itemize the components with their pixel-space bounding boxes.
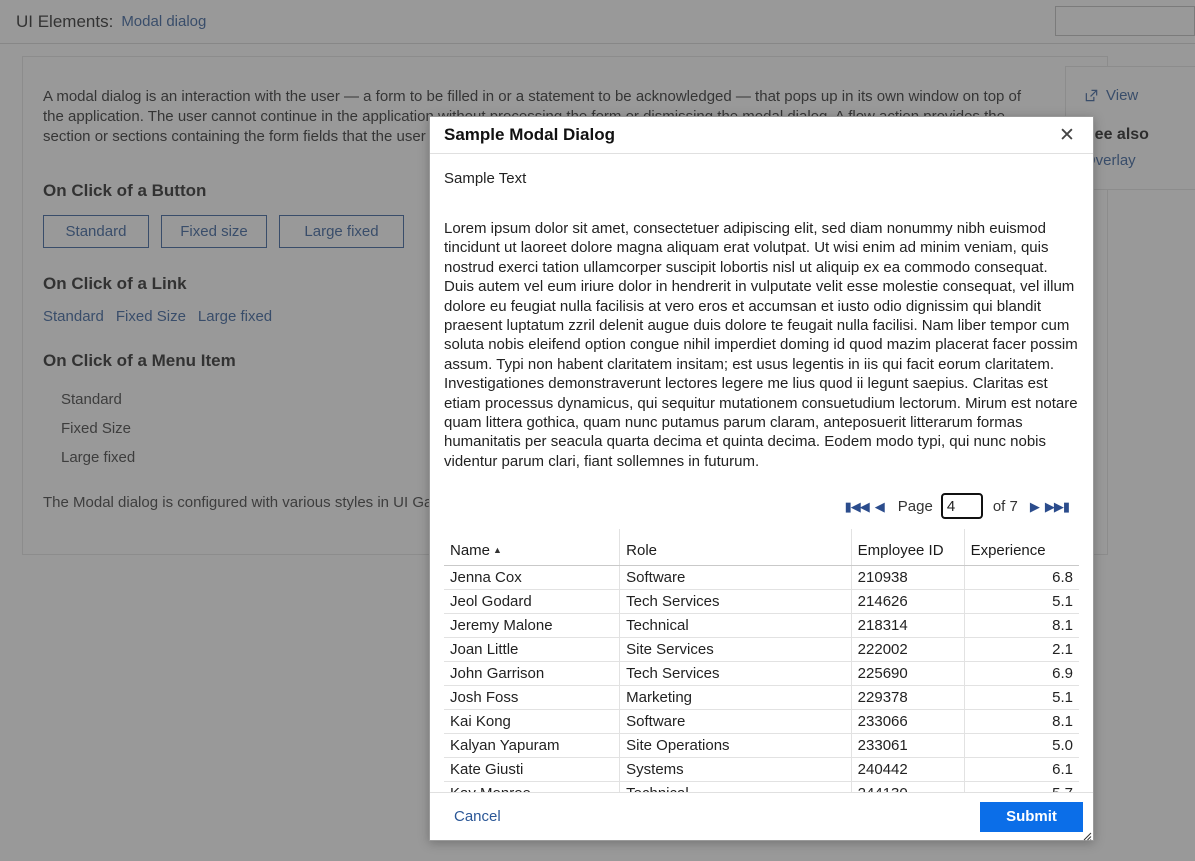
cell-role: Site Operations xyxy=(619,733,852,758)
table-row[interactable]: Jenna Cox Software 210938 6.8 xyxy=(444,565,1079,590)
cell-experience: 5.0 xyxy=(963,733,1079,758)
cell-experience: 8.1 xyxy=(963,709,1079,734)
cell-experience: 6.9 xyxy=(963,661,1079,686)
pagination-bar: ▮◀◀ ◀ Page of 7 ▶ ▶▶▮ xyxy=(444,493,1079,520)
cell-name: Jeremy Malone xyxy=(444,613,620,638)
cell-experience: 8.1 xyxy=(963,613,1079,638)
cell-name: Jeol Godard xyxy=(444,589,620,614)
column-header-name-label: Name xyxy=(450,541,491,559)
sort-ascending-icon: ▲ xyxy=(493,544,502,555)
page-label: Page xyxy=(897,497,933,515)
cell-experience: 5.1 xyxy=(963,589,1079,614)
sample-text: Sample Text xyxy=(444,170,527,187)
cell-role: Systems xyxy=(619,757,852,782)
table-row[interactable]: Kalyan Yapuram Site Operations 233061 5.0 xyxy=(444,733,1079,758)
cancel-button[interactable]: Cancel xyxy=(454,808,501,825)
table-body: Jenna Cox Software 210938 6.8 Jeol Godard Tec… xyxy=(444,565,1079,792)
cell-role: Software xyxy=(619,709,852,734)
page-number-input[interactable] xyxy=(940,493,983,520)
cell-experience: 6.8 xyxy=(963,565,1079,590)
column-header-employee-id[interactable]: Employee ID xyxy=(850,529,965,566)
cell-experience: 5.1 xyxy=(963,685,1079,710)
table-header-row: Name ▲ Role Employee ID Experience xyxy=(444,529,1079,566)
cell-name: Kalyan Yapuram xyxy=(444,733,620,758)
cell-employee-id: 214626 xyxy=(850,589,965,614)
cell-experience: 6.1 xyxy=(963,757,1079,782)
modal-title: Sample Modal Dialog xyxy=(444,125,615,144)
cell-role: Technical xyxy=(619,613,852,638)
close-icon[interactable]: ✕ xyxy=(1055,123,1079,147)
column-header-role[interactable]: Role xyxy=(619,529,852,566)
table-row[interactable]: Kai Kong Software 233066 8.1 xyxy=(444,709,1079,734)
table-head: Name ▲ Role Employee ID Experience xyxy=(444,529,1079,566)
cell-role: Technical xyxy=(619,781,852,792)
column-header-experience[interactable]: Experience xyxy=(963,529,1079,566)
cell-employee-id: 233066 xyxy=(850,709,965,734)
cell-employee-id: 244130 xyxy=(850,781,965,792)
cell-name: Jenna Cox xyxy=(444,565,620,590)
cell-name: Josh Foss xyxy=(444,685,620,710)
cell-experience: 5.7 xyxy=(963,781,1079,792)
first-page-icon[interactable]: ▮◀◀ xyxy=(845,500,870,513)
modal-dialog: Sample Modal Dialog ✕ Sample Text Lorem … xyxy=(429,116,1094,841)
table-row[interactable]: John Garrison Tech Services 225690 6.9 xyxy=(444,661,1079,686)
cell-role: Site Services xyxy=(619,637,852,662)
table-row[interactable]: Joan Little Site Services 222002 2.1 xyxy=(444,637,1079,662)
cell-name: Kate Giusti xyxy=(444,757,620,782)
cell-employee-id: 222002 xyxy=(850,637,965,662)
cell-name: Kay Monroe xyxy=(444,781,620,792)
cell-role: Marketing xyxy=(619,685,852,710)
table-row[interactable]: Kate Giusti Systems 240442 6.1 xyxy=(444,757,1079,782)
table-row[interactable]: Josh Foss Marketing 229378 5.1 xyxy=(444,685,1079,710)
resize-handle-icon[interactable] xyxy=(1081,828,1092,841)
cell-name: John Garrison xyxy=(444,661,620,686)
table-row[interactable]: Jeremy Malone Technical 218314 8.1 xyxy=(444,613,1079,638)
table-row[interactable]: Kay MonroeTechnical2441305.7 xyxy=(444,781,1079,792)
cell-employee-id: 233061 xyxy=(850,733,965,758)
cell-name: Joan Little xyxy=(444,637,620,662)
cell-employee-id: 229378 xyxy=(850,685,965,710)
cell-name: Kai Kong xyxy=(444,709,620,734)
page-total-label: of 7 xyxy=(992,497,1018,515)
cell-role: Tech Services xyxy=(619,661,852,686)
modal-header: Sample Modal Dialog ✕ xyxy=(430,117,1093,154)
employee-table: Name ▲ Role Employee ID Experience Jenna … xyxy=(444,529,1079,792)
previous-page-icon[interactable]: ◀ xyxy=(875,500,885,513)
cell-employee-id: 240442 xyxy=(850,757,965,782)
cell-employee-id: 218314 xyxy=(850,613,965,638)
cell-employee-id: 225690 xyxy=(850,661,965,686)
modal-body: Sample Text Lorem ipsum dolor sit amet, … xyxy=(430,154,1093,792)
submit-button[interactable]: Submit xyxy=(980,801,1083,832)
cell-experience: 2.1 xyxy=(963,637,1079,662)
cell-employee-id: 210938 xyxy=(850,565,965,590)
lorem-paragraph: Lorem ipsum dolor sit amet, consectetuer… xyxy=(444,220,1078,470)
last-page-icon[interactable]: ▶▶▮ xyxy=(1045,500,1070,513)
modal-footer: Cancel Submit xyxy=(430,792,1093,841)
cell-role: Software xyxy=(619,565,852,590)
table-row[interactable]: Jeol Godard Tech Services 214626 5.1 xyxy=(444,589,1079,614)
column-header-name[interactable]: Name ▲ xyxy=(444,529,620,566)
cell-role: Tech Services xyxy=(619,589,852,614)
next-page-icon[interactable]: ▶ xyxy=(1030,500,1040,513)
